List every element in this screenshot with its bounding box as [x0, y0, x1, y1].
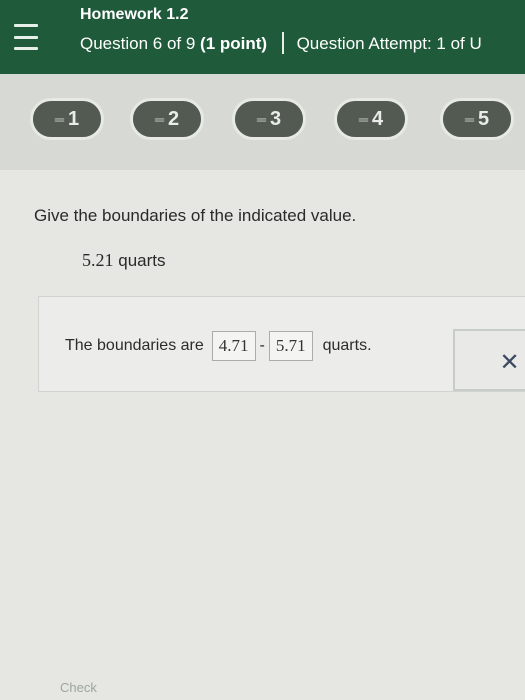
menu-line: [14, 24, 38, 27]
upper-boundary-input[interactable]: 5.71: [268, 331, 313, 361]
close-icon: ✕: [499, 348, 520, 376]
lower-boundary-input[interactable]: 4.71: [211, 331, 256, 361]
answer-line: The boundaries are 4.71 - 5.71 quarts.: [65, 331, 372, 361]
clear-answer-button[interactable]: ✕: [453, 329, 525, 391]
question-info: Question 6 of 9 (1 point) Question Attem…: [80, 32, 482, 54]
range-separator: -: [259, 337, 265, 354]
question-nav-label: 5: [478, 107, 490, 130]
menu-line: [14, 35, 38, 39]
question-nav-label: 2: [168, 107, 180, 130]
question-navigation: ═ 1 ═ 2 ═ 3 ═ 4 ═ 5: [0, 74, 525, 170]
answer-unit: quarts.: [322, 337, 372, 354]
question-nav-1[interactable]: ═ 1: [30, 98, 104, 140]
answer-lead-text: The boundaries are: [65, 337, 204, 354]
equals-icon: ═: [358, 111, 369, 127]
equals-icon: ═: [464, 111, 475, 127]
hamburger-menu-icon[interactable]: [6, 18, 46, 56]
top-bar: Homework 1.2 Question 6 of 9 (1 point) Q…: [0, 0, 525, 74]
question-nav-label: 4: [372, 107, 384, 130]
equals-icon: ═: [154, 111, 165, 127]
given-unit: quarts: [118, 251, 166, 270]
menu-line: [14, 47, 38, 50]
answer-card: The boundaries are 4.71 - 5.71 quarts. ✕: [38, 296, 525, 392]
question-nav-4[interactable]: ═ 4: [334, 98, 408, 140]
question-prompt: Give the boundaries of the indicated val…: [34, 206, 357, 225]
equals-icon: ═: [54, 111, 65, 127]
equals-icon: ═: [256, 111, 267, 127]
given-value: 5.21 quarts: [82, 250, 165, 271]
question-number: Question 6 of 9: [80, 34, 196, 53]
question-points: (1 point): [200, 34, 268, 53]
divider: [281, 32, 284, 54]
question-area: Give the boundaries of the indicated val…: [0, 170, 525, 700]
question-nav-5[interactable]: ═ 5: [440, 98, 514, 140]
question-nav-label: 1: [68, 107, 80, 130]
question-nav-3[interactable]: ═ 3: [232, 98, 306, 140]
given-number: 5.21: [82, 250, 114, 270]
question-nav-label: 3: [270, 107, 282, 130]
attempt-info: Question Attempt: 1 of U: [296, 34, 482, 53]
question-nav-2[interactable]: ═ 2: [130, 98, 204, 140]
homework-title: Homework 1.2: [80, 6, 189, 23]
check-button[interactable]: Check: [60, 680, 97, 695]
